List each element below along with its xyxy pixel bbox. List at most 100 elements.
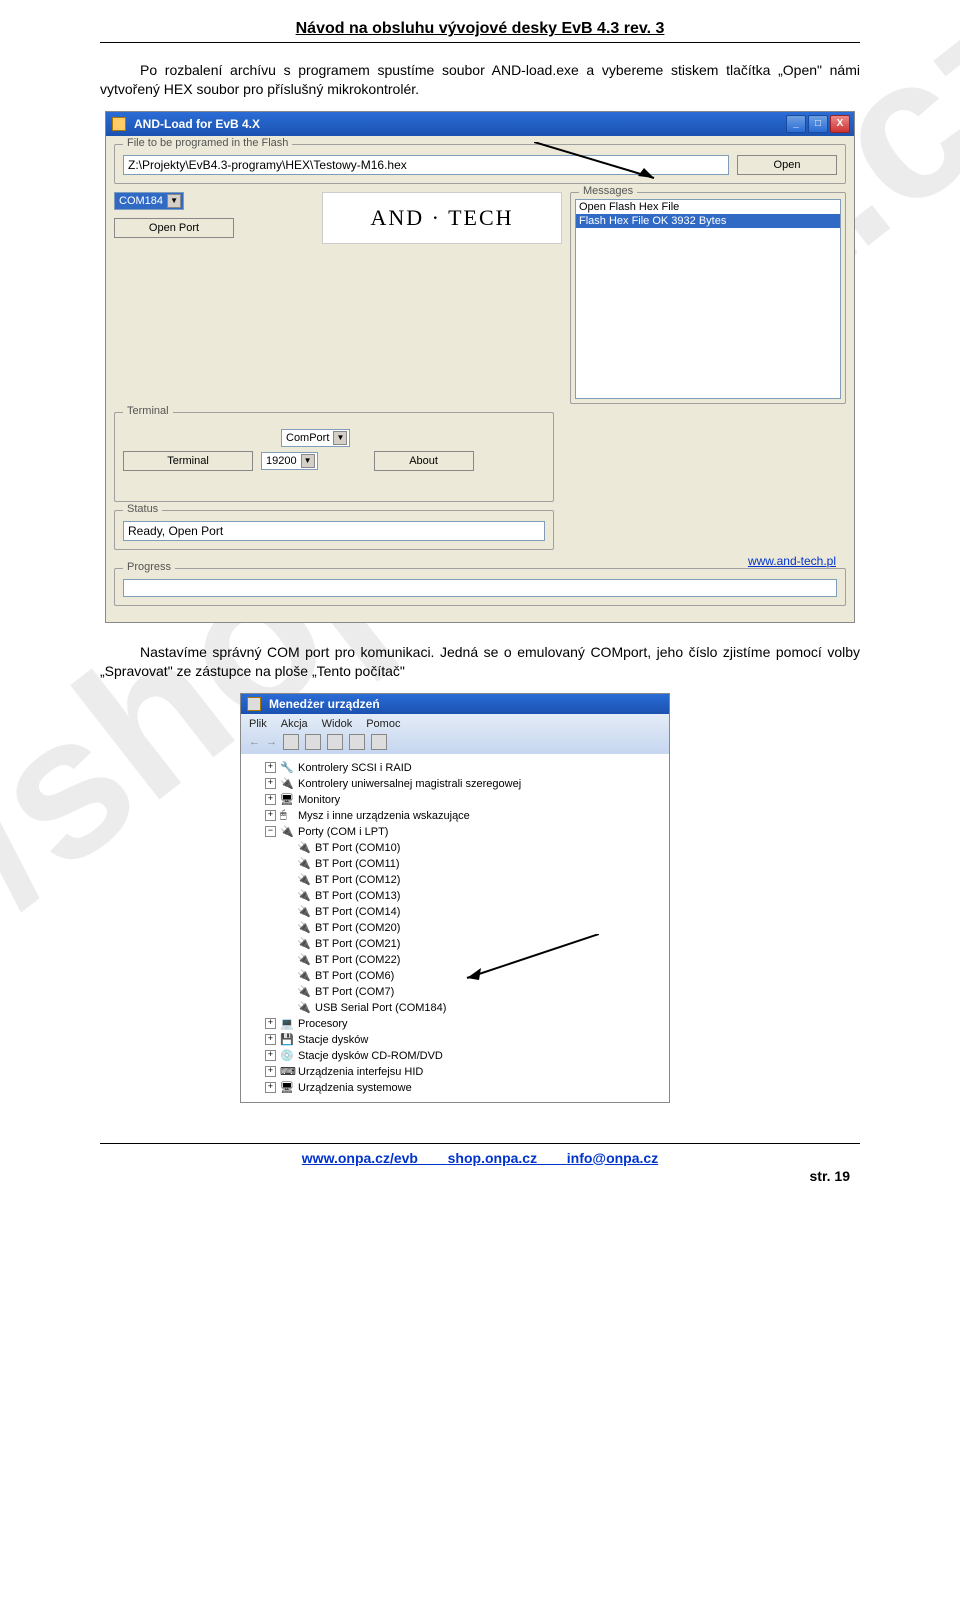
menu-widok[interactable]: Widok bbox=[322, 718, 353, 730]
tree-port-item[interactable]: BT Port (COM21) bbox=[315, 938, 400, 950]
menu-akcja[interactable]: Akcja bbox=[281, 718, 308, 730]
terminal-group: Terminal ComPort ▼ Terminal 19200 bbox=[114, 412, 554, 502]
tree-item[interactable]: Urządzenia systemowe bbox=[298, 1082, 412, 1094]
close-button[interactable]: X bbox=[830, 115, 850, 133]
tree-port-item[interactable]: BT Port (COM11) bbox=[315, 858, 400, 870]
close-icon: X bbox=[837, 118, 844, 129]
toolbar-icon[interactable] bbox=[349, 734, 365, 750]
back-button[interactable]: ← bbox=[249, 736, 260, 748]
titlebar[interactable]: AND-Load for EvB 4.X _ □ X bbox=[106, 112, 854, 136]
tree-port-item[interactable]: BT Port (COM20) bbox=[315, 922, 400, 934]
tree-item[interactable]: Mysz i inne urządzenia wskazujące bbox=[298, 810, 470, 822]
tree-port-item[interactable]: BT Port (COM10) bbox=[315, 842, 400, 854]
app-icon bbox=[112, 117, 126, 131]
footer-link-3[interactable]: info@onpa.cz bbox=[567, 1150, 658, 1166]
port-icon: 🔌 bbox=[297, 873, 311, 887]
expander-icon[interactable]: + bbox=[265, 778, 276, 789]
messages-listbox[interactable]: Open Flash Hex File Flash Hex File OK 39… bbox=[575, 199, 841, 399]
hid-icon: ⌨ bbox=[280, 1065, 294, 1079]
dm-titlebar[interactable]: Menedżer urządzeń bbox=[241, 694, 669, 714]
menu-plik[interactable]: Plik bbox=[249, 718, 267, 730]
pointer-arrow-2 bbox=[459, 934, 599, 984]
tree-port-item-usb[interactable]: USB Serial Port (COM184) bbox=[315, 1002, 446, 1014]
andtech-logo: AND · TECH bbox=[322, 192, 562, 244]
tree-item[interactable]: Urządzenia interfejsu HID bbox=[298, 1066, 423, 1078]
terminal-comport-label: ComPort bbox=[286, 432, 329, 444]
progress-group: Progress bbox=[114, 568, 846, 606]
expander-icon[interactable]: + bbox=[265, 810, 276, 821]
toolbar-icon[interactable] bbox=[327, 734, 343, 750]
com-port-value: COM184 bbox=[119, 195, 163, 207]
tree-item[interactable]: Stacje dysków CD-ROM/DVD bbox=[298, 1050, 443, 1062]
toolbar-icon[interactable] bbox=[283, 734, 299, 750]
dm-app-icon bbox=[247, 697, 261, 711]
footer-link-2[interactable]: shop.onpa.cz bbox=[448, 1150, 537, 1166]
tree-port-item[interactable]: BT Port (COM12) bbox=[315, 874, 400, 886]
tree-port-item[interactable]: BT Port (COM6) bbox=[315, 970, 394, 982]
open-button[interactable]: Open bbox=[737, 155, 837, 175]
tree-item[interactable]: Kontrolery uniwersalnej magistrali szere… bbox=[298, 778, 521, 790]
menu-pomoc[interactable]: Pomoc bbox=[366, 718, 400, 730]
pointer-arrow-1 bbox=[534, 142, 664, 182]
device-tree[interactable]: + 🔧 Kontrolery SCSI i RAID + 🔌 Kontrolery un… bbox=[241, 754, 669, 1102]
dm-titlebar-text: Menedżer urządzeń bbox=[269, 697, 380, 711]
page-number: str. 19 bbox=[100, 1168, 860, 1184]
chevron-down-icon: ▼ bbox=[333, 431, 347, 445]
page-footer: www.onpa.cz/evb shop.onpa.cz info@onpa.c… bbox=[100, 1143, 860, 1184]
minimize-button[interactable]: _ bbox=[786, 115, 806, 133]
titlebar-text: AND-Load for EvB 4.X bbox=[134, 117, 260, 131]
forward-button[interactable]: → bbox=[266, 736, 277, 748]
messages-legend: Messages bbox=[579, 185, 637, 197]
dm-toolbar: ← → bbox=[249, 734, 661, 750]
expander-icon[interactable]: + bbox=[265, 1082, 276, 1093]
tree-port-item[interactable]: BT Port (COM22) bbox=[315, 954, 400, 966]
progress-legend: Progress bbox=[123, 561, 175, 573]
open-port-button[interactable]: Open Port bbox=[114, 218, 234, 238]
com-port-dropdown[interactable]: COM184 ▼ bbox=[114, 192, 184, 210]
terminal-comport-dropdown[interactable]: ComPort ▼ bbox=[281, 429, 350, 447]
port-icon: 🔌 bbox=[297, 985, 311, 999]
expander-icon[interactable]: + bbox=[265, 794, 276, 805]
tree-item[interactable]: Monitory bbox=[298, 794, 340, 806]
controller-icon: 🔧 bbox=[280, 761, 294, 775]
about-button[interactable]: About bbox=[374, 451, 474, 471]
port-icon: 🔌 bbox=[297, 953, 311, 967]
andtech-link[interactable]: www.and-tech.pl bbox=[748, 554, 836, 568]
tree-item[interactable]: Stacje dysków bbox=[298, 1034, 368, 1046]
tree-port-item[interactable]: BT Port (COM13) bbox=[315, 890, 400, 902]
toolbar-icon[interactable] bbox=[305, 734, 321, 750]
messages-group: Messages Open Flash Hex File Flash Hex F… bbox=[570, 192, 846, 404]
monitor-icon: 🖥 bbox=[280, 793, 294, 807]
port-icon: 🔌 bbox=[297, 937, 311, 951]
port-icon: 🔌 bbox=[297, 841, 311, 855]
cpu-icon: 💻 bbox=[280, 1017, 294, 1031]
tree-port-item[interactable]: BT Port (COM14) bbox=[315, 906, 400, 918]
andload-window: AND-Load for EvB 4.X _ □ X File to be pr… bbox=[105, 111, 855, 623]
expander-icon[interactable]: + bbox=[265, 1066, 276, 1077]
baud-dropdown[interactable]: 19200 ▼ bbox=[261, 452, 318, 470]
tree-item[interactable]: Procesory bbox=[298, 1018, 348, 1030]
message-item-selected: Flash Hex File OK 3932 Bytes bbox=[576, 214, 840, 228]
message-item: Open Flash Hex File bbox=[576, 200, 840, 214]
chevron-down-icon: ▼ bbox=[301, 454, 315, 468]
port-icon: 🔌 bbox=[297, 905, 311, 919]
cdrom-icon: 💿 bbox=[280, 1049, 294, 1063]
page-header-title: Návod na obsluhu vývojové desky EvB 4.3 … bbox=[100, 20, 860, 38]
expander-icon[interactable]: − bbox=[265, 826, 276, 837]
port-icon: 🔌 bbox=[297, 1001, 311, 1015]
terminal-button[interactable]: Terminal bbox=[123, 451, 253, 471]
expander-icon[interactable]: + bbox=[265, 1050, 276, 1061]
toolbar-icon[interactable] bbox=[371, 734, 387, 750]
expander-icon[interactable]: + bbox=[265, 1034, 276, 1045]
footer-link-1[interactable]: www.onpa.cz/evb bbox=[302, 1150, 418, 1166]
tree-port-item[interactable]: BT Port (COM7) bbox=[315, 986, 394, 998]
maximize-icon: □ bbox=[815, 118, 821, 129]
tree-item[interactable]: Kontrolery SCSI i RAID bbox=[298, 762, 412, 774]
usb-icon: 🔌 bbox=[280, 777, 294, 791]
minimize-icon: _ bbox=[793, 118, 799, 129]
chevron-down-icon: ▼ bbox=[167, 194, 181, 208]
tree-item[interactable]: Porty (COM i LPT) bbox=[298, 826, 388, 838]
expander-icon[interactable]: + bbox=[265, 1018, 276, 1029]
expander-icon[interactable]: + bbox=[265, 762, 276, 773]
maximize-button[interactable]: □ bbox=[808, 115, 828, 133]
